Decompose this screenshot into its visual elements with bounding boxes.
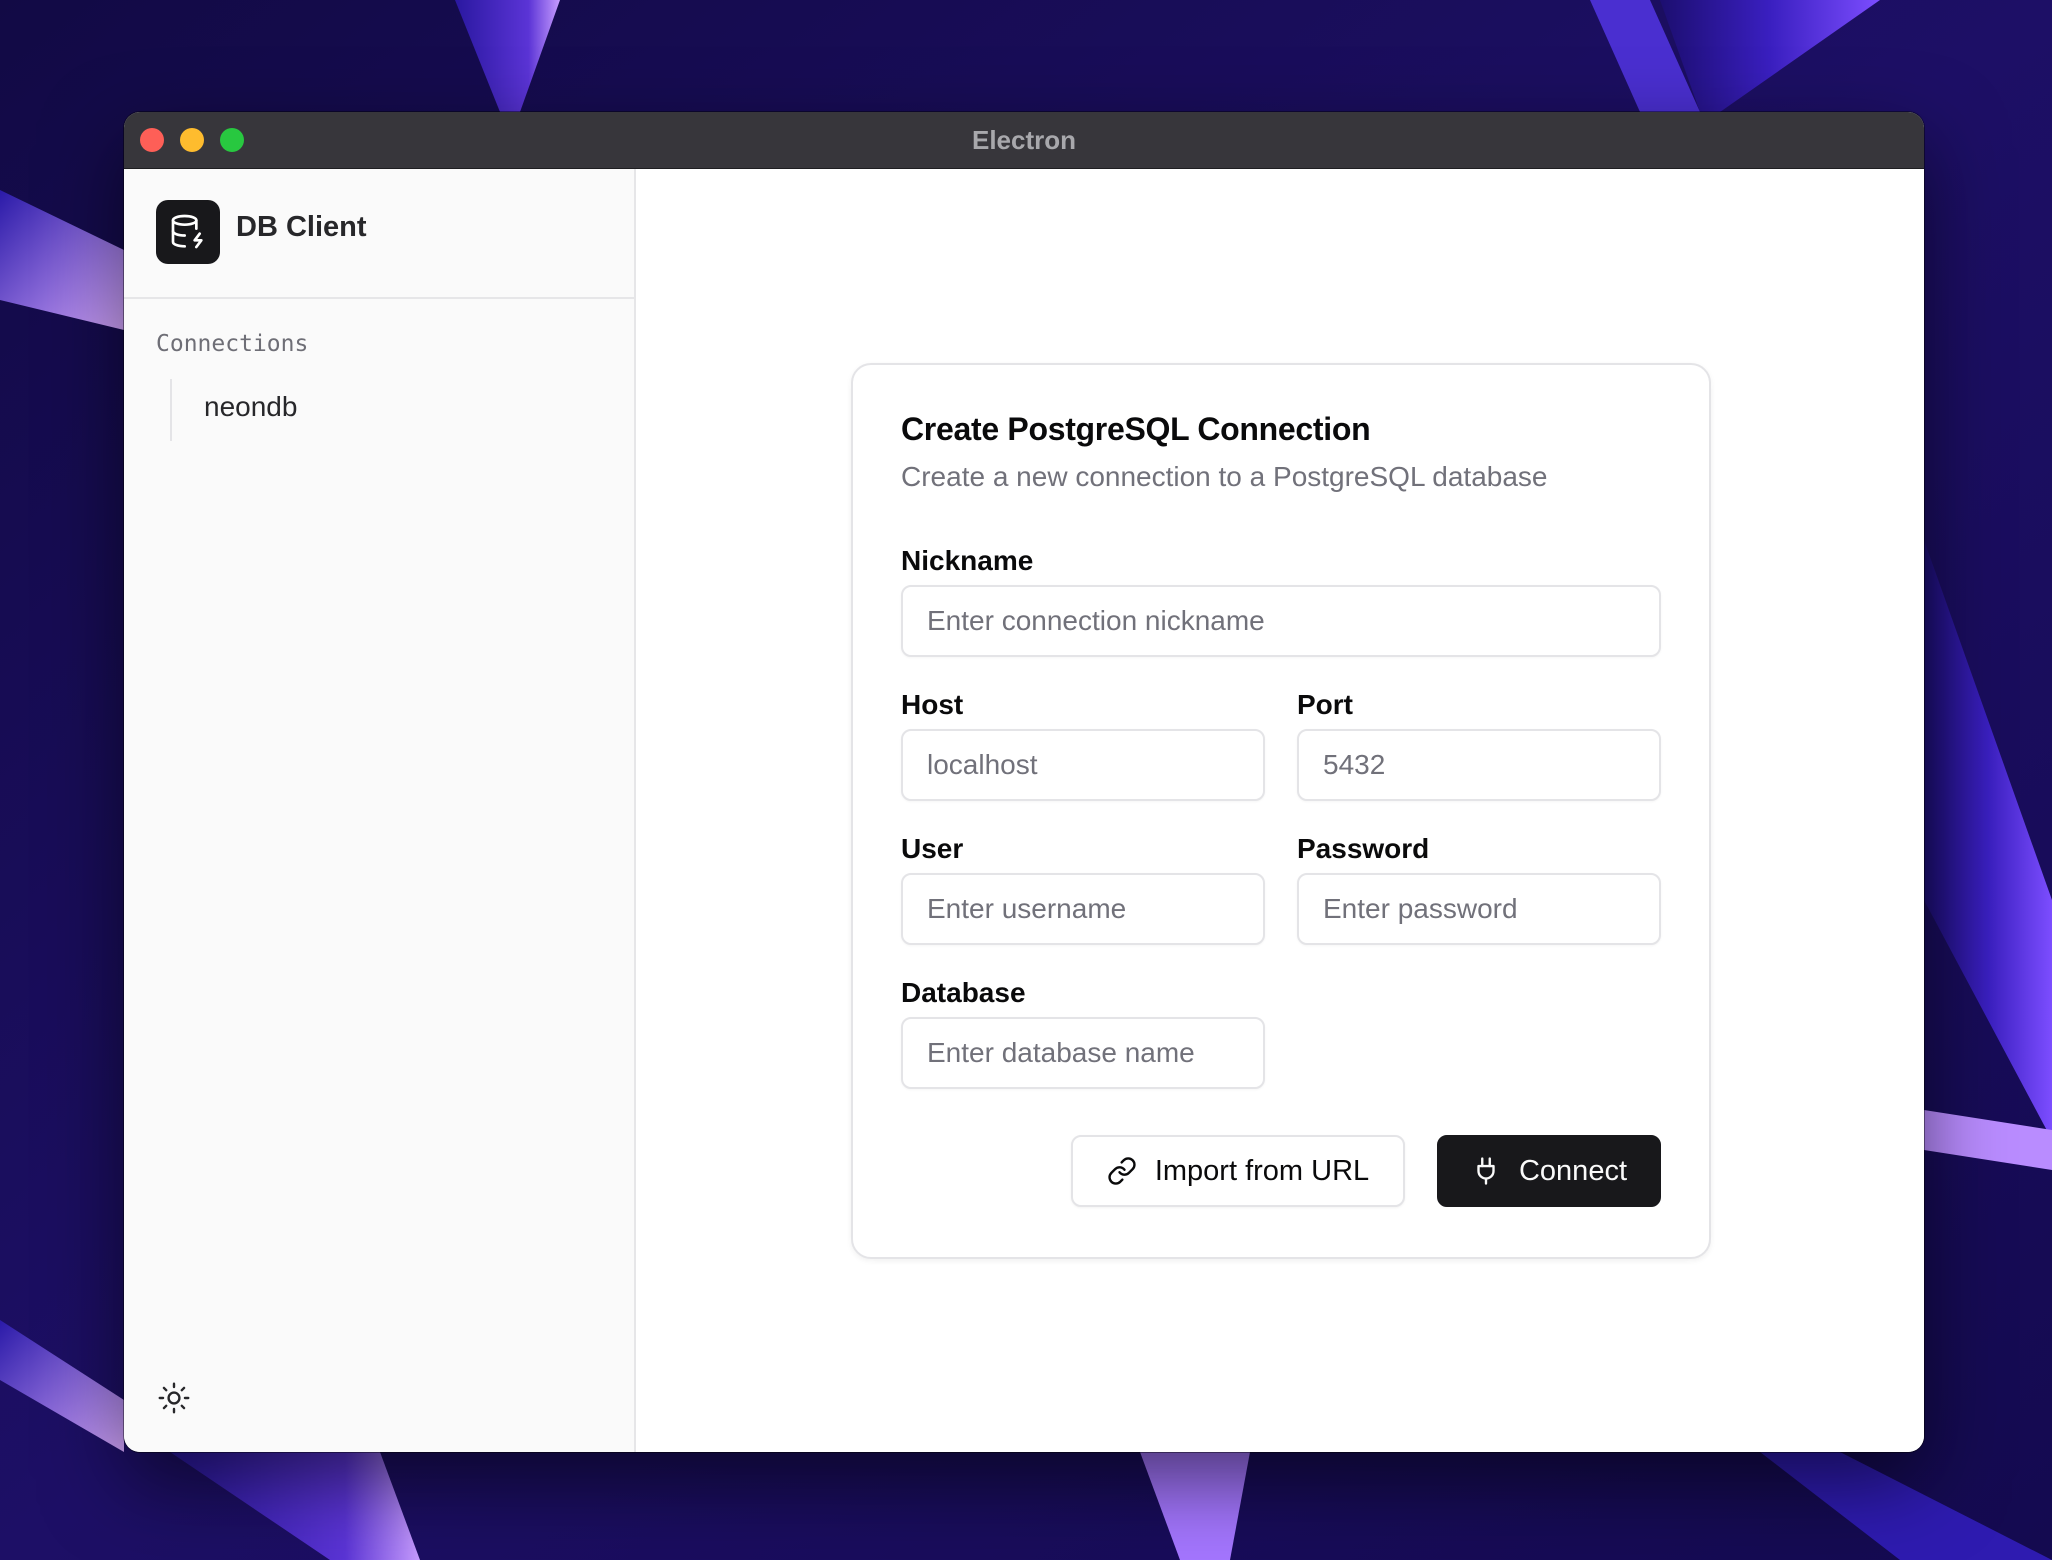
plug-icon	[1471, 1156, 1501, 1186]
connect-button[interactable]: Connect	[1437, 1135, 1661, 1207]
database-logo-icon	[156, 200, 220, 264]
link-icon	[1107, 1156, 1137, 1186]
import-from-url-label: Import from URL	[1154, 1154, 1370, 1187]
user-input[interactable]	[901, 873, 1265, 945]
host-label: Host	[901, 689, 964, 720]
connections-list: neondb	[170, 379, 572, 441]
app-window: Electron DB Client Connections neondb Cr…	[124, 112, 1924, 1452]
nickname-label: Nickname	[901, 545, 1034, 576]
connect-label: Connect	[1518, 1154, 1627, 1187]
password-label: Password	[1297, 833, 1430, 864]
form-title: Create PostgreSQL Connection	[901, 411, 1371, 447]
desktop: Electron DB Client Connections neondb Cr…	[0, 0, 2052, 1560]
main-content: Create PostgreSQL Connection Create a ne…	[636, 169, 1924, 1452]
sun-icon[interactable]	[156, 1380, 192, 1416]
connections-section-label: Connections	[156, 331, 309, 357]
sidebar: DB Client Connections neondb	[124, 169, 636, 1452]
port-input[interactable]	[1297, 729, 1661, 801]
user-label: User	[901, 833, 964, 864]
import-from-url-button[interactable]: Import from URL	[1071, 1135, 1405, 1207]
password-input[interactable]	[1297, 873, 1661, 945]
form-subtitle: Create a new connection to a PostgreSQL …	[901, 461, 1548, 492]
sidebar-header: DB Client	[124, 169, 634, 299]
app-name: DB Client	[236, 211, 367, 243]
connection-form-card: Create PostgreSQL Connection Create a ne…	[851, 363, 1711, 1259]
title-bar[interactable]: Electron	[124, 112, 1924, 169]
database-label: Database	[901, 977, 1026, 1008]
connection-item-neondb[interactable]: neondb	[204, 391, 297, 423]
host-input[interactable]	[901, 729, 1265, 801]
nickname-input[interactable]	[901, 585, 1661, 657]
database-input[interactable]	[901, 1017, 1265, 1089]
window-title: Electron	[971, 125, 1077, 155]
port-label: Port	[1297, 689, 1353, 720]
